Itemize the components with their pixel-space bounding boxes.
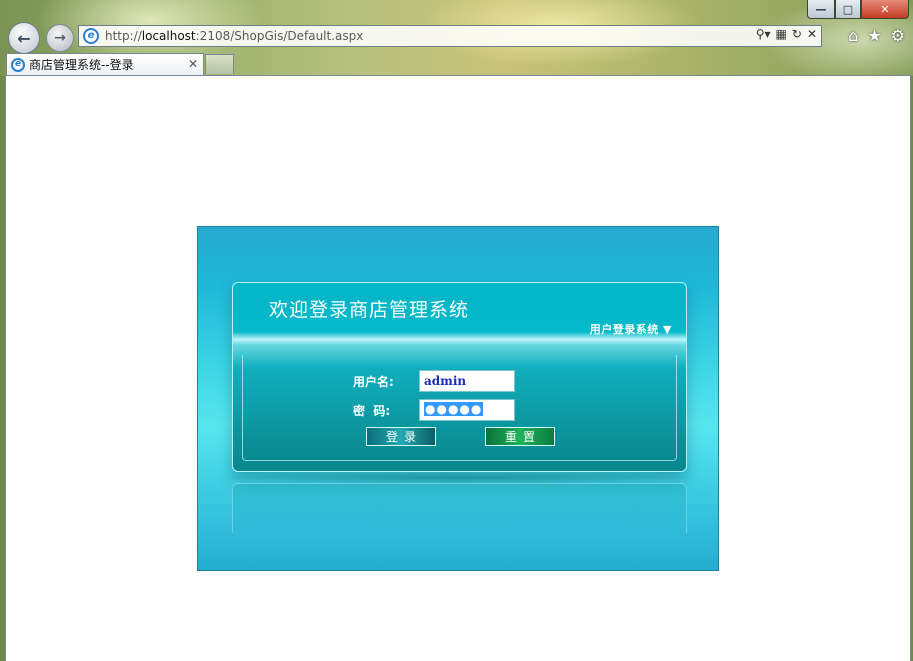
address-bar[interactable]: e http://localhost:2108/ShopGis/Default.… [78, 25, 822, 47]
address-tools: ⚲▾ ▦ ↻ ✕ [756, 27, 817, 41]
page-viewport: 欢迎登录商店管理系统 用户登录系统 ▼ 用户名: 密 码: ●●●●● 登录 重… [5, 75, 911, 661]
ie-logo-icon: e [11, 57, 25, 72]
forward-button[interactable]: → [46, 24, 74, 52]
password-input[interactable]: ●●●●● [419, 399, 515, 421]
maximize-button[interactable]: □ [835, 0, 861, 19]
login-panel: 欢迎登录商店管理系统 用户登录系统 ▼ 用户名: 密 码: ●●●●● 登录 重… [197, 226, 719, 571]
refresh-icon[interactable]: ↻ [792, 27, 802, 41]
gear-icon[interactable]: ⚙ [891, 26, 905, 45]
close-window-button[interactable]: ✕ [861, 0, 909, 19]
tab-bar: e 商店管理系统--登录 ✕ [0, 52, 913, 76]
password-label: 密 码: [353, 404, 391, 418]
toolbar-icons: ⌂ ★ ⚙ [848, 26, 905, 45]
close-icon[interactable]: ✕ [807, 27, 817, 41]
tab-title: 商店管理系统--登录 [29, 58, 134, 72]
frame-reflection [232, 483, 687, 533]
tab-login[interactable]: e 商店管理系统--登录 ✕ [6, 53, 204, 75]
login-subtitle: 用户登录系统 ▼ [589, 323, 672, 336]
url-text[interactable]: http://localhost:2108/ShopGis/Default.as… [105, 29, 363, 43]
login-button[interactable]: 登录 [366, 427, 436, 446]
username-input[interactable] [419, 370, 515, 392]
compatibility-view-icon[interactable]: ▦ [776, 27, 787, 41]
password-mask: ●●●●● [424, 402, 484, 416]
back-button[interactable]: ← [8, 22, 40, 54]
minimize-button[interactable]: — [807, 0, 835, 19]
login-frame: 欢迎登录商店管理系统 用户登录系统 ▼ 用户名: 密 码: ●●●●● 登录 重… [232, 282, 687, 472]
back-arrow-icon: ← [17, 28, 31, 48]
forward-arrow-icon: → [54, 30, 66, 46]
search-icon[interactable]: ⚲▾ [756, 27, 771, 41]
username-label: 用户名: [353, 375, 394, 389]
new-tab-button[interactable] [205, 54, 234, 74]
home-icon[interactable]: ⌂ [848, 26, 858, 45]
browser-chrome: — □ ✕ ← → e http://localhost:2108/ShopGi… [0, 0, 913, 76]
reset-button[interactable]: 重置 [485, 427, 555, 446]
login-title: 欢迎登录商店管理系统 [269, 299, 470, 321]
window-controls: — □ ✕ [807, 0, 909, 19]
tab-close-icon[interactable]: ✕ [188, 57, 198, 71]
ie-logo-icon: e [83, 28, 99, 44]
star-icon[interactable]: ★ [867, 26, 881, 45]
